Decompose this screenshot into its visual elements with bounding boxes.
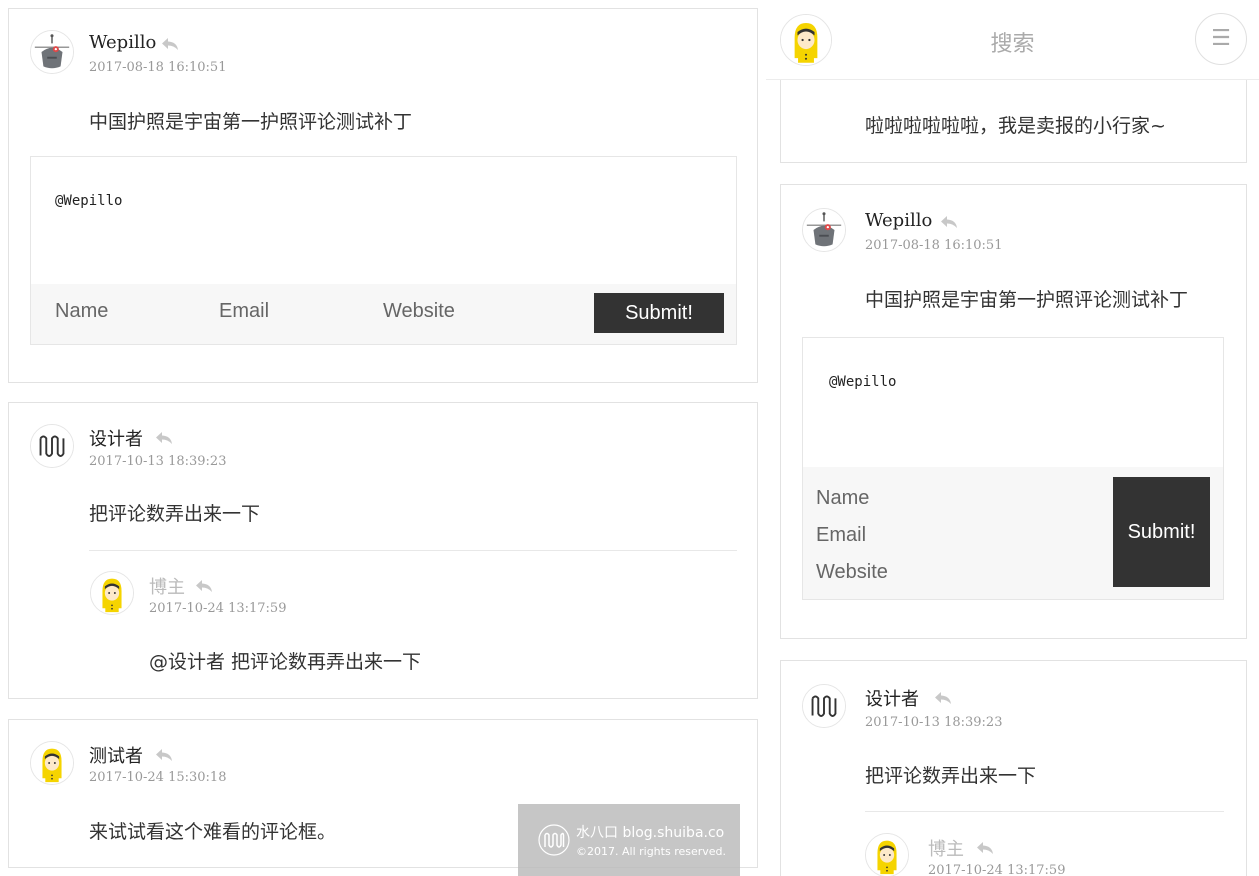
editor-input-bar: Submit! <box>31 284 736 344</box>
girl-avatar-icon <box>90 571 134 615</box>
comment-author: 测试者 <box>89 746 143 767</box>
reply-editor: Submit! <box>30 156 737 345</box>
squiggle-avatar-icon <box>30 424 74 468</box>
comment-date: 2017-10-24 15:30:18 <box>89 770 227 785</box>
robot-avatar-icon <box>802 208 846 252</box>
reply-date: 2017-10-24 13:17:59 <box>149 601 287 616</box>
reply-divider <box>89 550 737 551</box>
top-header: 搜索 ☰ <box>766 0 1259 80</box>
reply-icon[interactable] <box>934 691 952 705</box>
watermark-line1: 水八口 blog.shuiba.co <box>576 825 725 841</box>
comment-card: 设计者 2017-10-13 18:39:23 把评论数弄出来一下 博主 201… <box>8 402 758 699</box>
comment-card: Wepillo 2017-08-18 16:10:51 中国护照是宇宙第一护照评… <box>8 8 758 383</box>
comment-text: 把评论数弄出来一下 <box>89 503 261 525</box>
reply-icon[interactable] <box>155 748 173 762</box>
reply-divider <box>865 811 1224 812</box>
comment-text: 啦啦啦啦啦啦，我是卖报的小行家~ <box>865 115 1166 137</box>
comment-text: 来试试看这个难看的评论框。 <box>89 821 337 843</box>
girl-avatar-icon <box>30 741 74 785</box>
reply-icon[interactable] <box>161 37 179 51</box>
squiggle-avatar-icon <box>802 684 846 728</box>
comment-date: 2017-10-13 18:39:23 <box>865 715 1003 730</box>
comment-text: 把评论数弄出来一下 <box>865 765 1037 787</box>
reply-editor: Submit! <box>802 337 1224 600</box>
watermark-logo-icon <box>538 824 570 856</box>
comment-text: 中国护照是宇宙第一护照评论测试补丁 <box>89 111 413 133</box>
comment-date: 2017-08-18 16:10:51 <box>89 60 227 75</box>
reply-icon[interactable] <box>155 431 173 445</box>
watermark-line2: ©2017. All rights reserved. <box>576 845 727 858</box>
robot-avatar-icon <box>30 30 74 74</box>
comment-author: 设计者 <box>865 689 919 710</box>
comment-date: 2017-08-18 16:10:51 <box>865 238 1003 253</box>
email-input[interactable] <box>816 524 1016 547</box>
name-input[interactable] <box>816 487 1016 510</box>
reply-author: 博主 <box>928 839 964 860</box>
website-input[interactable] <box>383 300 543 323</box>
comment-card: 设计者 2017-10-13 18:39:23 把评论数弄出来一下 博主 201… <box>780 660 1247 876</box>
reply-date: 2017-10-24 13:17:59 <box>928 863 1066 876</box>
search-title[interactable]: 搜索 <box>766 26 1259 58</box>
reply-icon[interactable] <box>976 841 994 855</box>
comment-author: 设计者 <box>89 429 143 450</box>
comment-textarea[interactable] <box>803 338 1223 468</box>
watermark: 水八口 blog.shuiba.co ©2017. All rights res… <box>518 804 740 876</box>
reply-text: @设计者 把评论数再弄出来一下 <box>149 651 422 673</box>
comment-author: Wepillo <box>89 32 157 53</box>
comment-card: Wepillo 2017-08-18 16:10:51 中国护照是宇宙第一护照评… <box>780 184 1247 639</box>
girl-avatar-icon <box>865 833 909 876</box>
website-input[interactable] <box>816 561 1016 584</box>
name-input[interactable] <box>55 300 195 323</box>
reply-icon[interactable] <box>195 579 213 593</box>
editor-input-bar: Submit! <box>803 467 1223 599</box>
comment-textarea[interactable] <box>31 157 736 285</box>
reply-icon[interactable] <box>940 215 958 229</box>
submit-button[interactable]: Submit! <box>594 293 724 333</box>
comment-text: 中国护照是宇宙第一护照评论测试补丁 <box>865 289 1189 311</box>
comment-date: 2017-10-13 18:39:23 <box>89 454 227 469</box>
menu-icon[interactable]: ☰ <box>1195 13 1247 65</box>
submit-button[interactable]: Submit! <box>1113 477 1210 587</box>
email-input[interactable] <box>219 300 359 323</box>
reply-author: 博主 <box>149 577 185 598</box>
comment-author: Wepillo <box>865 210 933 231</box>
